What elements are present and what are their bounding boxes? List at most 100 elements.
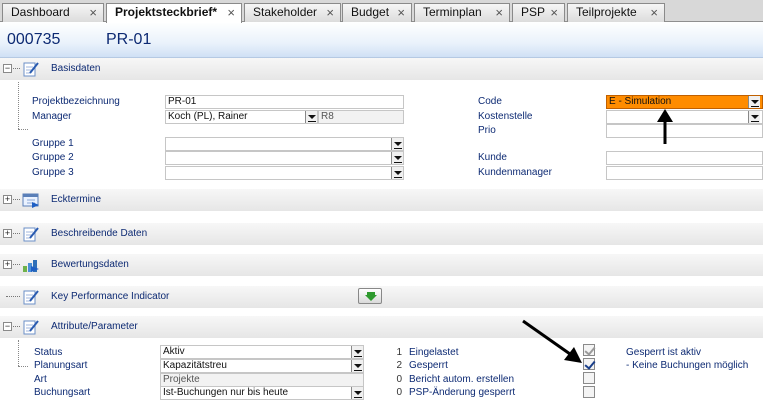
chevron-down-icon[interactable] bbox=[391, 138, 403, 150]
project-header: 000735 PR-01 bbox=[0, 22, 763, 58]
gesperrt-note-line2: - Keine Buchungen möglich bbox=[626, 360, 749, 371]
tab-bar: Dashboard × Projektsteckbrief* × Stakeho… bbox=[0, 0, 763, 23]
label-kunde: Kunde bbox=[478, 152, 507, 163]
label-planungsart: Planungsart bbox=[34, 360, 88, 371]
label-gruppe2: Gruppe 2 bbox=[32, 152, 74, 163]
planungsart-value: Kapazitätstreu bbox=[163, 360, 227, 371]
close-icon[interactable]: × bbox=[227, 4, 235, 21]
chevron-down-icon[interactable] bbox=[748, 96, 760, 108]
section-label: Attribute/Parameter bbox=[51, 321, 138, 332]
section-attribute-parameter[interactable]: − Attribute/Parameter bbox=[0, 316, 763, 338]
project-code: PR-01 bbox=[106, 31, 152, 48]
close-icon[interactable]: × bbox=[495, 4, 503, 21]
eingelastet-checkbox[interactable] bbox=[583, 344, 595, 356]
tab-stakeholder[interactable]: Stakeholder × bbox=[244, 3, 341, 22]
chevron-down-icon[interactable] bbox=[305, 111, 317, 123]
chevron-down-icon[interactable] bbox=[351, 346, 363, 358]
chevron-down-icon[interactable] bbox=[391, 152, 403, 164]
label-kundenmanager: Kundenmanager bbox=[478, 167, 552, 178]
tree-line bbox=[18, 129, 28, 130]
tab-label: Terminplan bbox=[423, 5, 482, 19]
chevron-down-icon[interactable] bbox=[748, 111, 760, 123]
tab-teilprojekte[interactable]: Teilprojekte × bbox=[567, 3, 665, 22]
manager-select[interactable]: Koch (PL), Rainer bbox=[165, 110, 318, 124]
arrow-up-annotation-icon bbox=[657, 109, 673, 144]
close-icon[interactable]: × bbox=[89, 4, 97, 21]
tab-label: Teilprojekte bbox=[576, 5, 637, 19]
label-gesperrt: Gesperrt bbox=[409, 360, 448, 371]
download-arrow-icon bbox=[365, 292, 377, 301]
tab-budget[interactable]: Budget × bbox=[342, 3, 412, 22]
notepad-icon bbox=[23, 227, 39, 242]
kunde-field[interactable] bbox=[606, 151, 763, 165]
art-field: Projekte bbox=[160, 373, 364, 387]
collapse-icon[interactable]: − bbox=[3, 64, 12, 73]
status-select[interactable]: Aktiv bbox=[160, 345, 364, 359]
tab-terminplan[interactable]: Terminplan × bbox=[414, 3, 510, 22]
expand-icon[interactable]: + bbox=[3, 195, 12, 204]
gesperrt-note-line1: Gesperrt ist aktiv bbox=[626, 347, 702, 358]
bericht-checkbox[interactable] bbox=[583, 372, 595, 384]
label-eingelastet: Eingelastet bbox=[409, 347, 459, 358]
tree-connector bbox=[6, 296, 20, 297]
section-beschreibende-daten[interactable]: + Beschreibende Daten bbox=[0, 223, 763, 245]
label-kostenstelle: Kostenstelle bbox=[478, 111, 533, 122]
chevron-down-icon[interactable] bbox=[351, 360, 363, 372]
tree-connector bbox=[13, 264, 20, 265]
manager-value: Koch (PL), Rainer bbox=[168, 111, 248, 122]
gesperrt-checkbox[interactable] bbox=[583, 358, 595, 370]
projektbezeichnung-field[interactable]: PR-01 bbox=[165, 95, 404, 109]
code-value: E - Simulation bbox=[609, 96, 672, 107]
notepad-icon bbox=[23, 62, 39, 77]
label-code: Code bbox=[478, 96, 502, 107]
arrow-diagonal-annotation-icon bbox=[522, 319, 582, 363]
label-manager: Manager bbox=[32, 111, 72, 122]
code-select[interactable]: E - Simulation bbox=[606, 95, 763, 109]
chevron-down-icon[interactable] bbox=[391, 167, 403, 179]
collapse-icon[interactable]: − bbox=[3, 322, 12, 331]
close-icon[interactable]: × bbox=[550, 4, 558, 21]
close-icon[interactable]: × bbox=[326, 4, 334, 21]
label-status: Status bbox=[34, 347, 63, 358]
tree-connector bbox=[13, 233, 20, 234]
section-label: Beschreibende Daten bbox=[51, 228, 148, 239]
gruppe2-select[interactable] bbox=[165, 151, 404, 165]
tab-psp[interactable]: PSP × bbox=[512, 3, 565, 22]
buchungsart-count: 0 bbox=[396, 387, 402, 398]
gruppe3-select[interactable] bbox=[165, 166, 404, 180]
tab-dashboard[interactable]: Dashboard × bbox=[2, 3, 104, 22]
chevron-down-icon[interactable] bbox=[351, 387, 363, 399]
rating-chart-icon bbox=[23, 260, 39, 272]
section-label: Bewertungsdaten bbox=[51, 259, 129, 270]
tree-connector bbox=[13, 68, 20, 69]
section-label: Basisdaten bbox=[51, 63, 101, 74]
close-icon[interactable]: × bbox=[650, 4, 658, 21]
project-id: 000735 bbox=[7, 31, 61, 48]
label-buchungsart: Buchungsart bbox=[34, 387, 91, 398]
gruppe1-select[interactable] bbox=[165, 137, 404, 151]
art-count: 0 bbox=[396, 374, 402, 385]
kostenstelle-select[interactable] bbox=[606, 110, 763, 124]
section-bewertungsdaten[interactable]: + Bewertungsdaten bbox=[0, 254, 763, 276]
section-label: Ecktermine bbox=[51, 194, 102, 205]
kundenmanager-field[interactable] bbox=[606, 166, 763, 180]
kpi-load-button[interactable] bbox=[358, 288, 382, 304]
tab-label: Projektsteckbrief* bbox=[115, 5, 218, 19]
buchungsart-select[interactable]: Ist-Buchungen nur bis heute bbox=[160, 386, 364, 400]
prio-field[interactable] bbox=[606, 124, 763, 138]
planungsart-count: 2 bbox=[396, 360, 402, 371]
expand-icon[interactable]: + bbox=[3, 229, 12, 238]
planungsart-select[interactable]: Kapazitätstreu bbox=[160, 359, 364, 373]
tab-projektsteckbrief[interactable]: Projektsteckbrief* × bbox=[106, 3, 242, 23]
close-icon[interactable]: × bbox=[397, 4, 405, 21]
tab-label: Budget bbox=[351, 5, 390, 19]
tree-line bbox=[18, 340, 19, 366]
expand-icon[interactable]: + bbox=[3, 260, 12, 269]
notepad-icon bbox=[23, 320, 39, 335]
manager-code-field: R8 bbox=[318, 110, 404, 124]
tab-label: Dashboard bbox=[11, 5, 70, 19]
status-value: Aktiv bbox=[163, 346, 185, 357]
section-basisdaten[interactable]: − Basisdaten bbox=[0, 58, 763, 80]
psp-aenderung-checkbox[interactable] bbox=[583, 386, 595, 398]
section-ecktermine[interactable]: + Ecktermine bbox=[0, 189, 763, 211]
